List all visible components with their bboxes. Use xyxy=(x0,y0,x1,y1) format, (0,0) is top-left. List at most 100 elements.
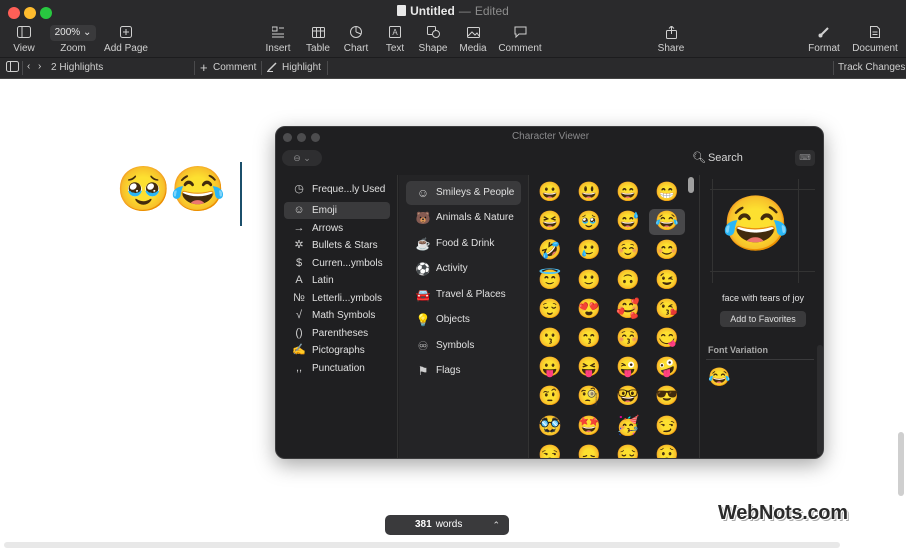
emoji-cell[interactable]: 😌 xyxy=(532,297,568,323)
text-button[interactable]: A Text xyxy=(381,25,409,54)
emoji-cell[interactable]: 🤪 xyxy=(649,355,685,381)
emoji-cell[interactable]: 🥳 xyxy=(610,414,646,440)
cv-category-pictographs[interactable]: ✍ Pictographs xyxy=(284,342,390,359)
format-button[interactable]: Format xyxy=(806,25,842,54)
document-button[interactable]: Document xyxy=(852,25,898,54)
plus-icon[interactable]: + xyxy=(200,60,208,75)
track-changes-button[interactable]: Track Changes xyxy=(838,62,905,73)
cv-category-frequently-used[interactable]: ◷ Freque...ly Used xyxy=(284,181,390,198)
emoji-cell[interactable]: 😇 xyxy=(532,268,568,294)
cv-subcategory-symbols[interactable]: ♾ Symbols xyxy=(406,334,521,358)
emoji-cell[interactable]: 🤩 xyxy=(571,414,607,440)
emoji-cell[interactable]: 🤨 xyxy=(532,384,568,410)
shape-button[interactable]: Shape xyxy=(417,25,449,54)
cv-subcategory-animals-nature[interactable]: 🐻 Animals & Nature xyxy=(406,206,521,230)
emoji-cell[interactable]: 😁 xyxy=(649,180,685,206)
emoji-cell[interactable]: 😂 xyxy=(649,209,685,236)
cv-subcategory-food-drink[interactable]: ☕ Food & Drink xyxy=(406,232,521,256)
add-page-button[interactable]: Add Page xyxy=(104,25,148,54)
emoji-cell[interactable]: 😟 xyxy=(649,443,685,458)
table-button[interactable]: Table xyxy=(304,25,332,54)
emoji-cell[interactable]: 🤓 xyxy=(610,384,646,410)
emoji-cell[interactable]: 🧐 xyxy=(571,384,607,410)
cv-category-currency[interactable]: $ Curren...ymbols xyxy=(284,255,390,272)
cv-detail-scrollbar[interactable] xyxy=(817,345,823,455)
cv-subcategory-travel-places[interactable]: 🚘 Travel & Places xyxy=(406,283,521,307)
emoji-cell[interactable]: ☺️ xyxy=(610,238,646,264)
cv-category-punctuation[interactable]: ,, Punctuation xyxy=(284,360,390,377)
cv-grid-scrollbar[interactable] xyxy=(687,175,695,458)
ellipsis-circle-icon: ⊖ ⌄ xyxy=(293,153,311,163)
document-title[interactable]: Untitled xyxy=(410,4,455,18)
emoji-cell[interactable]: 🙂 xyxy=(571,268,607,294)
emoji-cell[interactable]: 😊 xyxy=(649,238,685,264)
emoji-cell[interactable]: 😚 xyxy=(610,326,646,352)
emoji-cell[interactable]: 😝 xyxy=(571,355,607,381)
emoji-cell[interactable]: 😍 xyxy=(571,297,607,323)
insert-button[interactable]: Insert xyxy=(263,25,293,54)
emoji-cell[interactable]: 😉 xyxy=(649,268,685,294)
cv-action-menu[interactable]: ⊖ ⌄ xyxy=(282,150,322,166)
cv-category-emoji[interactable]: ☺ Emoji xyxy=(284,202,390,219)
numero-icon: № xyxy=(293,292,305,304)
emoji-cell[interactable]: 😆 xyxy=(532,209,568,235)
cv-selected-emoji-preview: 😂 xyxy=(722,194,790,254)
shape-icon xyxy=(417,25,449,41)
highlight-button[interactable]: Highlight xyxy=(282,62,321,73)
emoji-cell[interactable]: 😋 xyxy=(649,326,685,352)
emoji-cell[interactable]: 😒 xyxy=(532,443,568,458)
emoji-cell[interactable]: 😀 xyxy=(532,180,568,206)
zoom-value[interactable]: 200% ⌄ xyxy=(50,25,96,41)
cv-search-field[interactable]: 🔍︎ Search xyxy=(692,151,743,164)
emoji-cell[interactable]: 🙃 xyxy=(610,268,646,294)
emoji-cell[interactable]: 😞 xyxy=(571,443,607,458)
font-variation-option[interactable]: 😂 xyxy=(708,368,730,386)
add-to-favorites-button[interactable]: Add to Favorites xyxy=(720,311,806,327)
emoji-cell[interactable]: 😗 xyxy=(532,326,568,352)
cv-category-arrows[interactable]: → Arrows xyxy=(284,220,390,237)
cv-category-math[interactable]: √ Math Symbols xyxy=(284,307,390,324)
add-comment-button[interactable]: Comment xyxy=(213,62,256,73)
emoji-cell[interactable]: 🥲 xyxy=(571,238,607,264)
emoji-cell[interactable]: 😄 xyxy=(610,180,646,206)
document-emoji-text[interactable]: 🥹😂 xyxy=(116,168,226,212)
emoji-cell[interactable]: 😙 xyxy=(571,326,607,352)
emoji-cell[interactable]: 🥸 xyxy=(532,414,568,440)
chevron-left-icon[interactable]: ‹ xyxy=(27,61,30,72)
emoji-cell[interactable]: 🤣 xyxy=(532,238,568,264)
cv-category-parentheses[interactable]: () Parentheses xyxy=(284,325,390,342)
emoji-cell[interactable]: 😏 xyxy=(649,414,685,440)
emoji-cell[interactable]: 😅 xyxy=(610,209,646,235)
cv-category-bullets-stars[interactable]: ✲ Bullets & Stars xyxy=(284,237,390,254)
emoji-cell[interactable]: 😎 xyxy=(649,384,685,410)
share-button[interactable]: Share xyxy=(656,25,686,54)
emoji-cell[interactable]: 😜 xyxy=(610,355,646,381)
glyph-guide-line xyxy=(710,189,815,190)
vertical-scrollbar[interactable] xyxy=(898,432,904,496)
chevron-right-icon[interactable]: › xyxy=(38,61,41,72)
media-button[interactable]: Media xyxy=(458,25,488,54)
emoji-cell[interactable]: 🥹 xyxy=(571,209,607,235)
emoji-cell[interactable]: 🥰 xyxy=(610,297,646,323)
cv-grid-scroll-thumb[interactable] xyxy=(688,177,694,193)
cv-subcategory-label: Objects xyxy=(436,314,470,325)
cv-subcategory-objects[interactable]: 💡 Objects xyxy=(406,308,521,332)
emoji-cell[interactable]: 😔 xyxy=(610,443,646,458)
word-count-display[interactable]: 381 words ⌃ xyxy=(385,515,509,535)
emoji-cell[interactable]: 😃 xyxy=(571,180,607,206)
view-button[interactable]: View xyxy=(10,25,38,54)
keyboard-icon[interactable]: ⌨ xyxy=(795,150,815,166)
cv-subcategory-flags[interactable]: ⚑ Flags xyxy=(406,359,521,383)
cv-subcategory-label: Symbols xyxy=(436,340,475,351)
cv-category-latin[interactable]: A Latin xyxy=(284,272,390,289)
horizontal-scrollbar[interactable] xyxy=(4,542,840,548)
emoji-cell[interactable]: 😛 xyxy=(532,355,568,381)
comments-sidebar-icon[interactable] xyxy=(6,61,19,75)
chart-button[interactable]: Chart xyxy=(342,25,370,54)
cv-category-letterlike[interactable]: № Letterli...ymbols xyxy=(284,290,390,307)
emoji-cell[interactable]: 😘 xyxy=(649,297,685,323)
zoom-control[interactable]: 200% ⌄ Zoom xyxy=(50,25,96,54)
cv-subcategory-activity[interactable]: ⚽ Activity xyxy=(406,257,521,281)
comment-button[interactable]: Comment xyxy=(498,25,542,54)
cv-subcategory-smileys-people[interactable]: ☺ Smileys & People xyxy=(406,181,521,205)
